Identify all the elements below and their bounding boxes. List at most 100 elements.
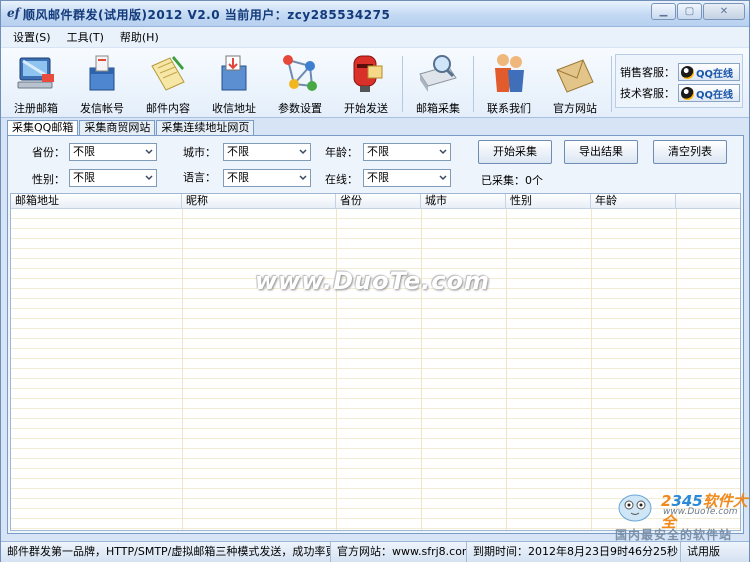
grid-column-line xyxy=(506,209,507,530)
tool-label: 开始发送 xyxy=(344,102,388,115)
grid-header: 邮箱地址 昵称 省份 城市 性别 年龄 xyxy=(11,194,740,209)
parameter-settings-button[interactable]: 参数设置 xyxy=(267,50,333,116)
tool-label: 发信帐号 xyxy=(80,102,124,115)
toolbar-separator xyxy=(402,56,403,112)
minimize-button[interactable]: ▁ xyxy=(651,3,676,20)
column-age[interactable]: 年龄 xyxy=(591,194,676,209)
province-select[interactable]: 不限 xyxy=(69,143,157,161)
qq-online-label: QQ在线 xyxy=(696,89,734,101)
city-label: 城市： xyxy=(183,146,216,159)
close-button[interactable]: ✕ xyxy=(703,3,745,20)
title-bar: ef 顺风邮件群发(试用版)2012 V2.0 当前用户：zcy28553427… xyxy=(1,1,749,27)
city-select[interactable]: 不限 xyxy=(223,143,311,161)
window-controls: ▁ ▢ ✕ xyxy=(651,3,745,20)
contact-us-button[interactable]: 联系我们 xyxy=(476,50,542,116)
tool-label: 参数设置 xyxy=(278,102,322,115)
maximize-button[interactable]: ▢ xyxy=(677,3,702,20)
export-results-button[interactable]: 导出结果 xyxy=(564,140,638,164)
tool-label: 邮箱采集 xyxy=(416,102,460,115)
online-value: 不限 xyxy=(367,171,389,184)
menu-tools[interactable]: 工具(T) xyxy=(59,29,112,45)
scanner-icon xyxy=(419,55,457,92)
minimize-icon: ▁ xyxy=(659,6,668,17)
clear-list-button[interactable]: 清空列表 xyxy=(653,140,727,164)
column-gender[interactable]: 性别 xyxy=(506,194,591,209)
chevron-down-icon xyxy=(145,149,153,155)
chevron-down-icon xyxy=(145,175,153,181)
qq-online-label: QQ在线 xyxy=(696,68,734,80)
window-title: 顺风邮件群发(试用版)2012 V2.0 当前用户：zcy285534275 xyxy=(23,8,391,22)
grid-column-line xyxy=(421,209,422,530)
qq-penguin-icon xyxy=(681,86,694,100)
tech-qq-button[interactable]: QQ在线 xyxy=(678,84,740,102)
mascot-icon xyxy=(618,494,652,522)
menu-help[interactable]: 帮助(H) xyxy=(112,29,167,45)
mailbox-icon xyxy=(353,55,383,92)
language-label: 语言： xyxy=(183,171,216,184)
badge-url: www.DuoTe.com xyxy=(663,507,738,517)
tech-service-row: 技术客服： QQ在线 xyxy=(620,83,740,103)
mailbox-collect-button[interactable]: 邮箱采集 xyxy=(405,50,471,116)
app-window: ef 顺风邮件群发(试用版)2012 V2.0 当前用户：zcy28553427… xyxy=(0,0,750,562)
register-mailbox-button[interactable]: 注册邮箱 xyxy=(3,50,69,116)
duote-watermark: www.DuoTe.com xyxy=(255,267,490,295)
tech-service-label: 技术客服： xyxy=(620,87,675,100)
envelope-icon xyxy=(556,59,594,93)
tool-label: 官方网站 xyxy=(553,102,597,115)
sales-service-row: 销售客服： QQ在线 xyxy=(620,62,740,82)
results-grid[interactable]: 邮箱地址 昵称 省份 城市 性别 年龄 xyxy=(10,193,741,531)
grid-column-line xyxy=(591,209,592,530)
online-select[interactable]: 不限 xyxy=(363,169,451,187)
app-logo: ef xyxy=(7,6,20,20)
grid-column-line xyxy=(336,209,337,530)
tab-collect-qq[interactable]: 采集QQ邮箱 xyxy=(7,120,79,136)
toolbar-separator xyxy=(473,56,474,112)
province-value: 不限 xyxy=(73,145,95,158)
language-select[interactable]: 不限 xyxy=(223,169,311,187)
collected-count: 已采集：0个 xyxy=(481,174,543,187)
site-badge: 2345软件大全 www.DuoTe.com 国内最安全的软件站 xyxy=(613,488,748,542)
grid-column-line xyxy=(182,209,183,530)
city-value: 不限 xyxy=(227,145,249,158)
start-sending-button[interactable]: 开始发送 xyxy=(333,50,399,116)
sender-account-button[interactable]: 发信帐号 xyxy=(69,50,135,116)
status-slogan: 邮件群发第一品牌，HTTP/SMTP/虚拟邮箱三种模式发送，成功率更高! xyxy=(1,542,331,562)
recipient-address-button[interactable]: 收信地址 xyxy=(201,50,267,116)
tab-collect-continuous[interactable]: 采集连续地址网页 xyxy=(156,120,255,135)
network-icon xyxy=(283,55,317,91)
note-pen-icon xyxy=(151,56,185,91)
tool-label: 邮件内容 xyxy=(146,102,190,115)
chevron-down-icon xyxy=(299,175,307,181)
tool-label: 联系我们 xyxy=(487,102,531,115)
chevron-down-icon xyxy=(439,175,447,181)
tool-label: 收信地址 xyxy=(212,102,256,115)
menu-settings[interactable]: 设置(S) xyxy=(5,29,59,45)
gender-value: 不限 xyxy=(73,171,95,184)
gender-label: 性别： xyxy=(32,173,65,186)
age-select[interactable]: 不限 xyxy=(363,143,451,161)
column-city[interactable]: 城市 xyxy=(421,194,506,209)
collect-tabs: 采集QQ邮箱 采集商贸网站 采集连续地址网页 xyxy=(7,120,255,136)
maximize-icon: ▢ xyxy=(684,6,695,17)
status-expire: 到期时间：2012年8月23日9时46分25秒 xyxy=(467,542,681,562)
mail-content-button[interactable]: 邮件内容 xyxy=(135,50,201,116)
gender-select[interactable]: 不限 xyxy=(69,169,157,187)
sales-qq-button[interactable]: QQ在线 xyxy=(678,63,740,81)
close-icon: ✕ xyxy=(719,6,729,17)
status-bar: 邮件群发第一品牌，HTTP/SMTP/虚拟邮箱三种模式发送，成功率更高! 官方网… xyxy=(1,541,749,562)
sales-service-label: 销售客服： xyxy=(620,66,675,79)
column-nickname[interactable]: 昵称 xyxy=(182,194,336,209)
tab-collect-trade[interactable]: 采集商贸网站 xyxy=(79,120,156,135)
toolbar-separator xyxy=(611,56,612,112)
language-value: 不限 xyxy=(227,171,249,184)
chevron-down-icon xyxy=(439,149,447,155)
start-collect-button[interactable]: 开始采集 xyxy=(478,140,552,164)
column-province[interactable]: 省份 xyxy=(336,194,421,209)
tool-label: 注册邮箱 xyxy=(14,102,58,115)
age-value: 不限 xyxy=(367,145,389,158)
computer-icon xyxy=(17,57,54,89)
online-label: 在线： xyxy=(325,173,358,186)
inbox-icon xyxy=(221,55,247,91)
official-site-button[interactable]: 官方网站 xyxy=(542,50,608,116)
column-email[interactable]: 邮箱地址 xyxy=(11,194,182,209)
